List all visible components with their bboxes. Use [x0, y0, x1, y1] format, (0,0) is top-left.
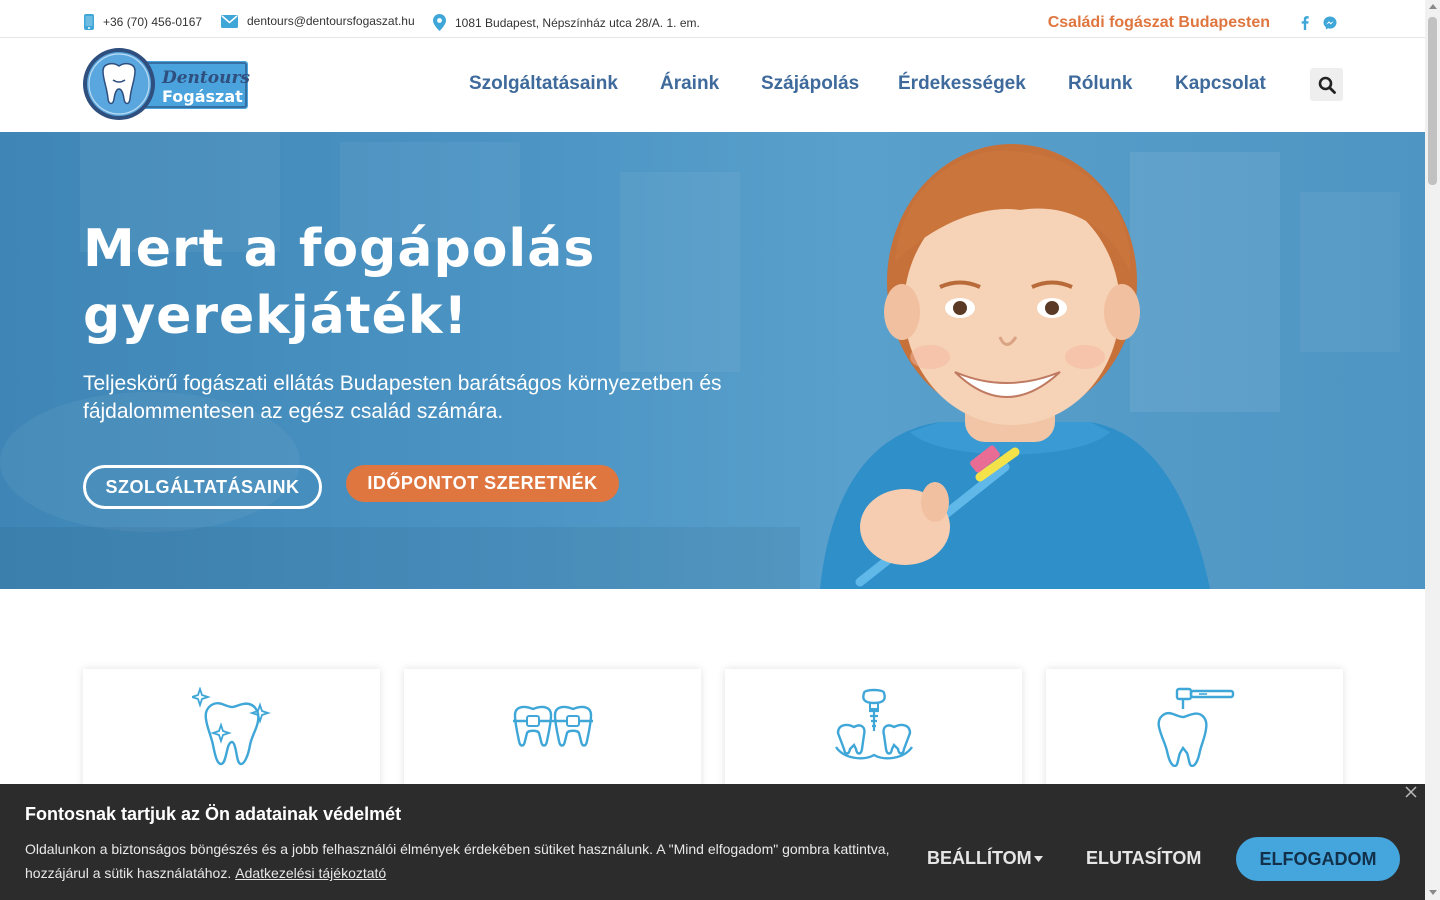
phone-number: +36 (70) 456-0167 [103, 15, 203, 29]
nav-item-about[interactable]: Rólunk [1068, 73, 1132, 95]
site-header: Dentours Fogászat Szolgáltatásaink Árain… [0, 38, 1425, 132]
email-address: dentours@dentoursfogaszat.hu [247, 14, 415, 28]
nav-item-prices[interactable]: Áraink [660, 73, 719, 95]
main-nav: Szolgáltatásaink Áraink Szájápolás Érdek… [0, 73, 1425, 97]
cookie-text-block: Oldalunkon a biztonságos böngészés és a … [25, 837, 905, 885]
top-bar: +36 (70) 456-0167 dentours@dentoursfogas… [0, 0, 1425, 38]
page: +36 (70) 456-0167 dentours@dentoursfogas… [0, 0, 1425, 900]
cookie-accept-button[interactable]: ELFOGADOM [1236, 837, 1400, 881]
facebook-icon[interactable] [1301, 16, 1309, 30]
services-button[interactable]: SZOLGÁLTATÁSAINK [83, 465, 322, 509]
cookie-banner: Fontosnak tartjuk az Ön adatainak védelm… [0, 784, 1425, 900]
search-button[interactable] [1310, 68, 1343, 101]
implant-icon [834, 688, 913, 760]
privacy-policy-link[interactable]: Adatkezelési tájékoztató [235, 865, 386, 881]
envelope-icon [221, 14, 238, 28]
cookie-settings-button[interactable]: BEÁLLÍTOM [927, 848, 1043, 869]
child-with-toothbrush-image [820, 144, 1210, 589]
hero-subtitle: Teljeskörű fogászati ellátás Budapesten … [83, 372, 722, 423]
nav-item-interesting[interactable]: Érdekességek [898, 73, 1026, 95]
caret-down-icon [1033, 855, 1043, 862]
cookie-reject-button[interactable]: ELUTASÍTOM [1086, 848, 1201, 869]
map-pin-icon [433, 14, 446, 31]
scroll-down-arrow[interactable] [1429, 890, 1437, 895]
hero-section: Mert a fogápolás gyerekjáték! Teljeskörű… [0, 132, 1425, 589]
nav-item-contact[interactable]: Kapcsolat [1175, 73, 1266, 95]
cookie-settings-label: BEÁLLÍTOM [927, 848, 1032, 868]
search-icon [1318, 76, 1336, 94]
phone-link[interactable]: +36 (70) 456-0167 [84, 14, 202, 30]
dental-drill-icon [1157, 687, 1234, 767]
nav-item-oral-care[interactable]: Szájápolás [761, 73, 859, 95]
braces-icon [512, 705, 593, 747]
cookie-text: Oldalunkon a biztonságos böngészés és a … [25, 841, 890, 881]
nav-item-services[interactable]: Szolgáltatásaink [469, 73, 618, 95]
cookie-title: Fontosnak tartjuk az Ön adatainak védelm… [25, 804, 402, 824]
address-link[interactable]: 1081 Budapest, Népszínház utca 28/A. 1. … [433, 14, 700, 31]
tooth-sparkle-icon [191, 687, 271, 766]
hero-title: Mert a fogápolás gyerekjáték! [83, 219, 596, 346]
appointment-button[interactable]: IDŐPONTOT SZERETNÉK [346, 465, 619, 502]
phone-icon [84, 14, 94, 30]
page-scrollbar[interactable] [1425, 0, 1440, 900]
scroll-thumb[interactable] [1428, 17, 1437, 185]
tagline: Családi fogászat Budapesten [1047, 14, 1270, 31]
email-link[interactable]: dentours@dentoursfogaszat.hu [221, 14, 415, 28]
close-icon[interactable] [1405, 786, 1417, 798]
messenger-icon[interactable] [1323, 16, 1337, 30]
address-text: 1081 Budapest, Népszínház utca 28/A. 1. … [455, 15, 700, 30]
scroll-up-arrow[interactable] [1429, 4, 1437, 9]
